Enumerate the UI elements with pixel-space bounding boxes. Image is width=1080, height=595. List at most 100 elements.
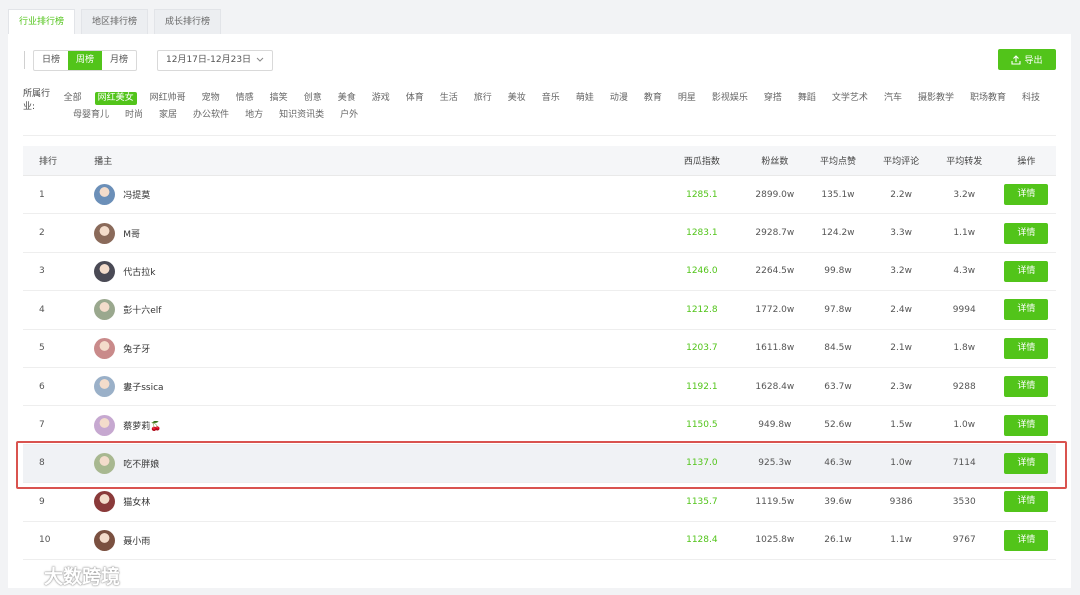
detail-button[interactable]: 详情 <box>1004 184 1049 206</box>
detail-button[interactable]: 详情 <box>1004 337 1049 359</box>
rank-cell: 5 <box>39 343 45 354</box>
host-cell[interactable]: 冯提莫 <box>94 184 659 206</box>
weekly-button[interactable]: 周榜 <box>68 50 102 70</box>
category-item[interactable]: 宠物 <box>199 92 223 105</box>
host-name[interactable]: 蔡萝莉🍒 <box>123 419 161 432</box>
category-item[interactable]: 美妆 <box>505 92 529 105</box>
category-item[interactable]: 舞蹈 <box>795 92 819 105</box>
detail-button[interactable]: 详情 <box>1004 491 1049 513</box>
host-name[interactable]: M哥 <box>123 227 140 240</box>
category-item[interactable]: 母婴育儿 <box>70 109 112 122</box>
detail-button[interactable]: 详情 <box>1004 260 1049 282</box>
host-cell[interactable]: 蔡萝莉🍒 <box>94 414 659 436</box>
ranking-panel: 日榜 周榜 月榜 12月17日-12月23日 导出 所属行业: 全部 网红美女 网红… <box>8 34 1071 588</box>
detail-button[interactable]: 详情 <box>1004 222 1049 244</box>
detail-button[interactable]: 详情 <box>1004 529 1049 551</box>
detail-button[interactable]: 详情 <box>1004 376 1049 398</box>
xigua-index-cell: 1150.5 <box>686 420 718 431</box>
table-row: 2 M哥 1283.1 2928.7w 124.2w 3.3w 1.1w 详情 <box>23 214 1056 253</box>
table-row: 4 彭十六elf 1212.8 1772.0w 97.8w 2.4w 9994 详情 <box>23 291 1056 330</box>
avg-likes-cell: 39.6w <box>824 496 852 507</box>
highlight-box <box>16 441 1067 489</box>
xigua-index-cell: 1283.1 <box>686 228 718 239</box>
category-item[interactable]: 情感 <box>233 92 257 105</box>
host-cell[interactable]: 彭十六elf <box>94 299 659 321</box>
export-button[interactable]: 导出 <box>998 49 1056 70</box>
avatar <box>94 491 116 513</box>
date-range-picker[interactable]: 12月17日-12月23日 <box>157 49 274 71</box>
category-item[interactable]: 旅行 <box>471 92 495 105</box>
avatar <box>94 337 116 359</box>
avg-likes-cell: 84.5w <box>824 343 852 354</box>
category-item[interactable]: 体育 <box>403 92 427 105</box>
fans-cell: 2928.7w <box>755 228 795 239</box>
avatar <box>94 529 116 551</box>
host-cell[interactable]: 猫女林 <box>94 491 659 513</box>
category-item[interactable]: 萌娃 <box>573 92 597 105</box>
detail-button[interactable]: 详情 <box>1004 414 1049 436</box>
category-item[interactable]: 知识资讯类 <box>276 109 327 122</box>
avg-shares-cell: 1.1w <box>953 228 976 239</box>
category-item[interactable]: 穿搭 <box>761 92 785 105</box>
category-item[interactable]: 文学艺术 <box>829 92 871 105</box>
category-item[interactable]: 音乐 <box>539 92 563 105</box>
category-item[interactable]: 汽车 <box>881 92 905 105</box>
category-item[interactable]: 网红帅哥 <box>147 92 189 105</box>
tab-growth-ranking[interactable]: 成长排行榜 <box>154 9 222 34</box>
host-name[interactable]: 聂小雨 <box>123 534 150 547</box>
category-item[interactable]: 美食 <box>335 92 359 105</box>
xigua-index-cell: 1285.1 <box>686 189 718 200</box>
category-item[interactable]: 地方 <box>242 109 266 122</box>
category-item[interactable]: 时尚 <box>122 109 146 122</box>
avatar <box>94 414 116 436</box>
category-item[interactable]: 家居 <box>156 109 180 122</box>
category-item[interactable]: 科技 <box>1019 92 1043 105</box>
category-item[interactable]: 影视娱乐 <box>709 92 751 105</box>
category-item[interactable]: 动漫 <box>607 92 631 105</box>
category-item[interactable]: 全部 <box>61 92 85 105</box>
tab-region-ranking[interactable]: 地区排行榜 <box>81 9 149 34</box>
avg-comments-cell: 2.4w <box>890 304 912 315</box>
avg-comments-cell: 9386 <box>889 496 913 507</box>
rank-cell: 4 <box>39 304 45 315</box>
detail-button[interactable]: 详情 <box>1004 299 1049 321</box>
header-avg-comments: 平均评论 <box>883 157 920 167</box>
period-selector: 日榜 周榜 月榜 <box>33 49 137 71</box>
category-item[interactable]: 明星 <box>675 92 699 105</box>
category-item[interactable]: 教育 <box>641 92 665 105</box>
export-label: 导出 <box>1024 56 1043 66</box>
avg-comments-cell: 3.2w <box>890 266 912 277</box>
rank-cell: 10 <box>39 535 51 546</box>
host-cell[interactable]: M哥 <box>94 222 659 244</box>
host-name[interactable]: 冯提莫 <box>123 188 150 201</box>
daily-button[interactable]: 日榜 <box>34 51 68 70</box>
host-name[interactable]: 猫女林 <box>123 495 150 508</box>
category-item[interactable]: 摄影教学 <box>915 92 957 105</box>
category-item[interactable]: 生活 <box>437 92 461 105</box>
header-rank: 排行 <box>39 157 58 167</box>
host-name[interactable]: 兔子牙 <box>123 342 150 355</box>
host-cell[interactable]: 兔子牙 <box>94 337 659 359</box>
host-cell[interactable]: 聂小雨 <box>94 529 659 551</box>
tab-industry-ranking[interactable]: 行业排行榜 <box>8 9 76 34</box>
action-cell: 详情 <box>997 260 1056 282</box>
host-cell[interactable]: 代古拉k <box>94 260 659 282</box>
ranking-table: 排行 播主 西瓜指数 粉丝数 平均点赞 平均评论 平均转发 操作 1 冯提莫 128… <box>23 146 1056 560</box>
host-name[interactable]: 代古拉k <box>123 265 155 278</box>
category-item[interactable]: 网红美女 <box>94 92 137 105</box>
fans-cell: 949.8w <box>758 420 792 431</box>
category-item[interactable]: 户外 <box>337 109 361 122</box>
category-item[interactable]: 游戏 <box>369 92 393 105</box>
header-action: 操作 <box>1017 157 1036 167</box>
host-cell[interactable]: 婁子ssica <box>94 376 659 398</box>
category-item[interactable]: 职场教育 <box>967 92 1009 105</box>
host-name[interactable]: 婁子ssica <box>123 380 163 393</box>
avg-comments-cell: 2.3w <box>890 381 912 392</box>
host-name[interactable]: 彭十六elf <box>123 303 161 316</box>
category-item[interactable]: 搞笑 <box>267 92 291 105</box>
table-row: 3 代古拉k 1246.0 2264.5w 99.8w 3.2w 4.3w 详情 <box>23 253 1056 292</box>
logo-icon <box>10 566 40 584</box>
monthly-button[interactable]: 月榜 <box>102 51 136 70</box>
category-item[interactable]: 创意 <box>301 92 325 105</box>
category-item[interactable]: 办公软件 <box>190 109 232 122</box>
